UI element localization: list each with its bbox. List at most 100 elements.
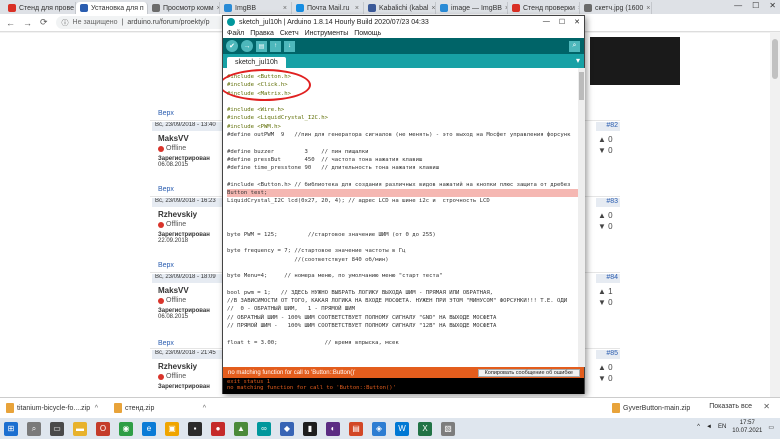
browser-tab[interactable]: Kabalichi (kabal × xyxy=(364,2,436,14)
arrow-down-icon[interactable]: ▼ xyxy=(598,146,608,155)
code-line[interactable]: #include <LiquidCrystal_I2C.h> xyxy=(227,114,578,122)
post-number[interactable]: #83 xyxy=(596,198,620,207)
author-name[interactable]: MaksVV xyxy=(158,286,222,295)
arrow-down-icon[interactable]: ▼ xyxy=(598,222,608,231)
code-line[interactable] xyxy=(227,239,578,247)
menu-edit[interactable]: Правка xyxy=(250,30,274,37)
browser-tab[interactable]: Стенд проверки× xyxy=(508,2,580,14)
app-icon[interactable]: ● xyxy=(211,421,225,436)
app-icon[interactable]: ◆ xyxy=(280,421,294,436)
copy-error-button[interactable]: Копировать сообщение об ошибке xyxy=(477,368,580,377)
browser-tab[interactable]: Почта Mail.ru × xyxy=(292,2,364,14)
code-line[interactable]: #define buzzer 3 // пин пищалки xyxy=(227,148,578,156)
page-scrollbar-thumb[interactable] xyxy=(772,39,778,79)
forward-icon[interactable]: → xyxy=(23,18,32,28)
speaker-icon[interactable]: ◄ xyxy=(706,424,712,430)
notifications-icon[interactable]: ▭ xyxy=(768,424,774,431)
verify-icon[interactable]: ✔ xyxy=(226,40,238,52)
code-line[interactable]: float t = 3.00; // время впрыска, мсек xyxy=(227,339,578,347)
arrow-up-icon[interactable]: ▲ xyxy=(598,135,608,144)
code-line[interactable]: #include <Wire.h> xyxy=(227,106,578,114)
app-icon[interactable]: ◐ xyxy=(326,421,340,436)
language-indicator[interactable]: EN xyxy=(718,424,726,430)
code-line[interactable]: LiquidCrystal_I2C lcd(0x27, 20, 4); // а… xyxy=(227,197,578,205)
code-line[interactable]: #include <Button.h> // библиотека для со… xyxy=(227,181,578,189)
upload-icon[interactable]: → xyxy=(241,40,253,52)
search-icon[interactable]: ⌕ xyxy=(27,421,41,436)
app-icon[interactable]: ▤ xyxy=(349,421,363,436)
menu-tools[interactable]: Инструменты xyxy=(305,30,349,37)
code-line[interactable]: byte PWM = 125; //стартовое значение ШИМ… xyxy=(227,231,578,239)
arrow-up-icon[interactable]: ▲ xyxy=(598,287,608,296)
browser-tab[interactable]: Установка для п× xyxy=(76,2,148,14)
author-name[interactable]: Rzhevskiy xyxy=(158,210,222,219)
back-to-top-link[interactable]: Верх xyxy=(158,186,174,196)
close-downloads-icon[interactable]: ✕ xyxy=(763,402,770,411)
code-line[interactable]: byte frequency = 7; //стартовое значение… xyxy=(227,247,578,255)
code-line[interactable]: #define outPWM 9 //пин для генератора си… xyxy=(227,131,578,139)
post-number[interactable]: #82 xyxy=(596,122,620,131)
browser-tab[interactable]: image — ImgBB× xyxy=(436,2,508,14)
ide-maximize-button[interactable]: ☐ xyxy=(559,18,565,26)
browser-tab[interactable]: ImgBB × xyxy=(220,2,292,14)
tab-close-icon[interactable]: × xyxy=(646,5,650,12)
tab-close-icon[interactable]: × xyxy=(283,5,287,12)
author-name[interactable]: Rzhevskiy xyxy=(158,362,222,371)
maximize-button[interactable]: ☐ xyxy=(752,1,759,10)
browser-tab[interactable]: Просмотр комм× xyxy=(148,2,220,14)
vote-up[interactable]: ▲ 0 xyxy=(598,210,613,221)
arduino-taskbar-icon[interactable]: ∞ xyxy=(257,421,271,436)
code-line[interactable]: Button test; xyxy=(227,189,578,198)
code-line[interactable]: // ПРЯМОЙ ШИМ - 100% ШИМ СООТВЕТСТВУЕТ П… xyxy=(227,322,578,330)
editor-scrollbar-thumb[interactable] xyxy=(579,72,584,100)
serial-monitor-icon[interactable]: ⌕ xyxy=(569,40,580,52)
start-icon[interactable]: ⊞ xyxy=(4,421,18,436)
code-line[interactable]: // 0 - ОБРАТНЫЙ ШИМ, 1 - ПРЯМОЙ ШИМ xyxy=(227,305,578,313)
app-icon[interactable]: ◈ xyxy=(372,421,386,436)
code-line[interactable]: #define time_presstone 90 // длительност… xyxy=(227,164,578,172)
vote-down[interactable]: ▼ 0 xyxy=(598,297,613,308)
arrow-down-icon[interactable]: ▼ xyxy=(598,298,608,307)
post-number[interactable]: #84 xyxy=(596,274,620,283)
app-icon[interactable]: ▲ xyxy=(234,421,248,436)
code-line[interactable] xyxy=(227,139,578,147)
sketch-tab[interactable]: sketch_jul10h xyxy=(227,57,286,68)
page-scrollbar[interactable] xyxy=(770,33,780,397)
code-line[interactable]: //(соответствует 840 об/мин) xyxy=(227,256,578,264)
app-icon[interactable]: X xyxy=(418,421,432,436)
code-line[interactable]: #define pressBut 450 // частота тона наж… xyxy=(227,156,578,164)
vote-down[interactable]: ▼ 0 xyxy=(598,145,613,156)
download-item[interactable]: GyverButton-main.zip xyxy=(612,403,690,413)
post-number[interactable]: #85 xyxy=(596,350,620,359)
app-icon[interactable]: W xyxy=(395,421,409,436)
chevron-up-icon[interactable]: ^ xyxy=(203,405,206,412)
code-line[interactable]: bool pwm = 1; // ЗДЕСЬ НУЖНО ВЫБРАТЬ ЛОГ… xyxy=(227,289,578,297)
back-icon[interactable]: ← xyxy=(6,18,15,28)
browser-tab[interactable]: Стенд для прове× xyxy=(4,2,76,14)
back-to-top-link[interactable]: Верх xyxy=(158,110,174,120)
code-line[interactable] xyxy=(227,173,578,181)
code-editor[interactable]: #include <Button.h> #include <Click.h> #in… xyxy=(223,68,578,367)
editor-scrollbar[interactable] xyxy=(578,68,585,367)
code-line[interactable]: byte Menu=4; // номера меню, по умолчани… xyxy=(227,272,578,280)
folder-icon[interactable]: ▣ xyxy=(165,421,179,436)
code-line[interactable] xyxy=(227,206,578,214)
chevron-up-icon[interactable]: ^ xyxy=(95,405,98,412)
vote-up[interactable]: ▲ 0 xyxy=(598,362,613,373)
author-name[interactable]: MaksVV xyxy=(158,134,222,143)
tab-close-icon[interactable]: × xyxy=(431,5,435,12)
app-icon[interactable]: ▧ xyxy=(441,421,455,436)
browser-tab[interactable]: скетч.jpg (1600 × xyxy=(580,2,652,14)
edge-icon[interactable]: e xyxy=(142,421,156,436)
menu-sketch[interactable]: Скетч xyxy=(280,30,299,37)
vote-down[interactable]: ▼ 0 xyxy=(598,221,613,232)
back-to-top-link[interactable]: Верх xyxy=(158,262,174,272)
tray-chevron-icon[interactable]: ^ xyxy=(697,424,700,430)
code-line[interactable] xyxy=(227,222,578,230)
arrow-up-icon[interactable]: ▲ xyxy=(598,363,608,372)
download-item[interactable]: titanium-bicycle-fo....zip ^ xyxy=(6,403,98,413)
vote-up[interactable]: ▲ 0 xyxy=(598,134,613,145)
clock[interactable]: 17:57 10.07.2021 xyxy=(732,419,762,435)
open-sketch-icon[interactable]: ↑ xyxy=(270,40,281,52)
vote-up[interactable]: ▲ 1 xyxy=(598,286,613,297)
